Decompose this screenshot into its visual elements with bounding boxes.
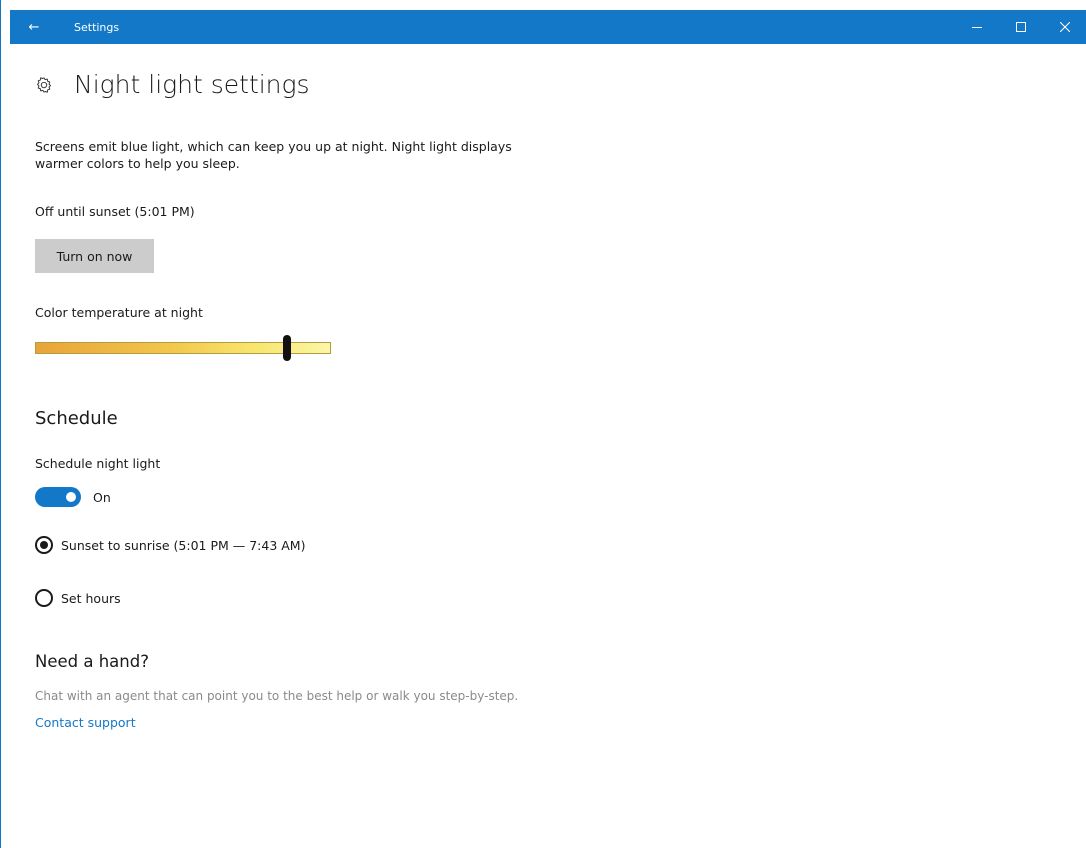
radio-button-selected[interactable]	[35, 536, 53, 554]
schedule-night-light-toggle[interactable]	[35, 487, 81, 507]
maximize-button[interactable]	[999, 10, 1043, 44]
color-temperature-slider-thumb[interactable]	[283, 335, 291, 361]
gear-icon	[36, 76, 52, 93]
close-button[interactable]	[1043, 10, 1086, 44]
maximize-icon	[1016, 22, 1026, 32]
close-icon	[1060, 22, 1070, 32]
radio-label: Set hours	[61, 590, 121, 606]
back-arrow-icon: ←	[28, 19, 40, 35]
schedule-night-light-label: Schedule night light	[35, 456, 161, 471]
settings-window: ← Settings Night light settings Screens …	[0, 0, 1086, 848]
radio-button[interactable]	[35, 589, 53, 607]
radio-set-hours[interactable]: Set hours	[35, 589, 121, 607]
toggle-knob	[66, 492, 76, 502]
schedule-toggle-row: On	[35, 487, 111, 507]
contact-support-link[interactable]: Contact support	[35, 715, 136, 730]
back-button[interactable]: ←	[10, 10, 58, 44]
night-light-status: Off until sunset (5:01 PM)	[35, 204, 195, 219]
caption-buttons	[955, 10, 1086, 44]
radio-label: Sunset to sunrise (5:01 PM — 7:43 AM)	[61, 537, 306, 553]
schedule-heading: Schedule	[35, 408, 118, 429]
help-heading: Need a hand?	[35, 652, 149, 671]
color-temperature-label: Color temperature at night	[35, 305, 203, 320]
page-title: Night light settings	[74, 70, 310, 99]
minimize-icon	[972, 27, 982, 28]
toggle-state-label: On	[93, 489, 111, 505]
radio-sunset-to-sunrise[interactable]: Sunset to sunrise (5:01 PM — 7:43 AM)	[35, 536, 305, 554]
title-bar: ← Settings	[10, 10, 1086, 44]
page-header: Night light settings	[35, 70, 310, 99]
turn-on-now-button[interactable]: Turn on now	[35, 239, 154, 273]
minimize-button[interactable]	[955, 10, 999, 44]
help-description: Chat with an agent that can point you to…	[35, 689, 519, 703]
window-title: Settings	[74, 20, 120, 34]
page-description: Screens emit blue light, which can keep …	[35, 139, 512, 171]
